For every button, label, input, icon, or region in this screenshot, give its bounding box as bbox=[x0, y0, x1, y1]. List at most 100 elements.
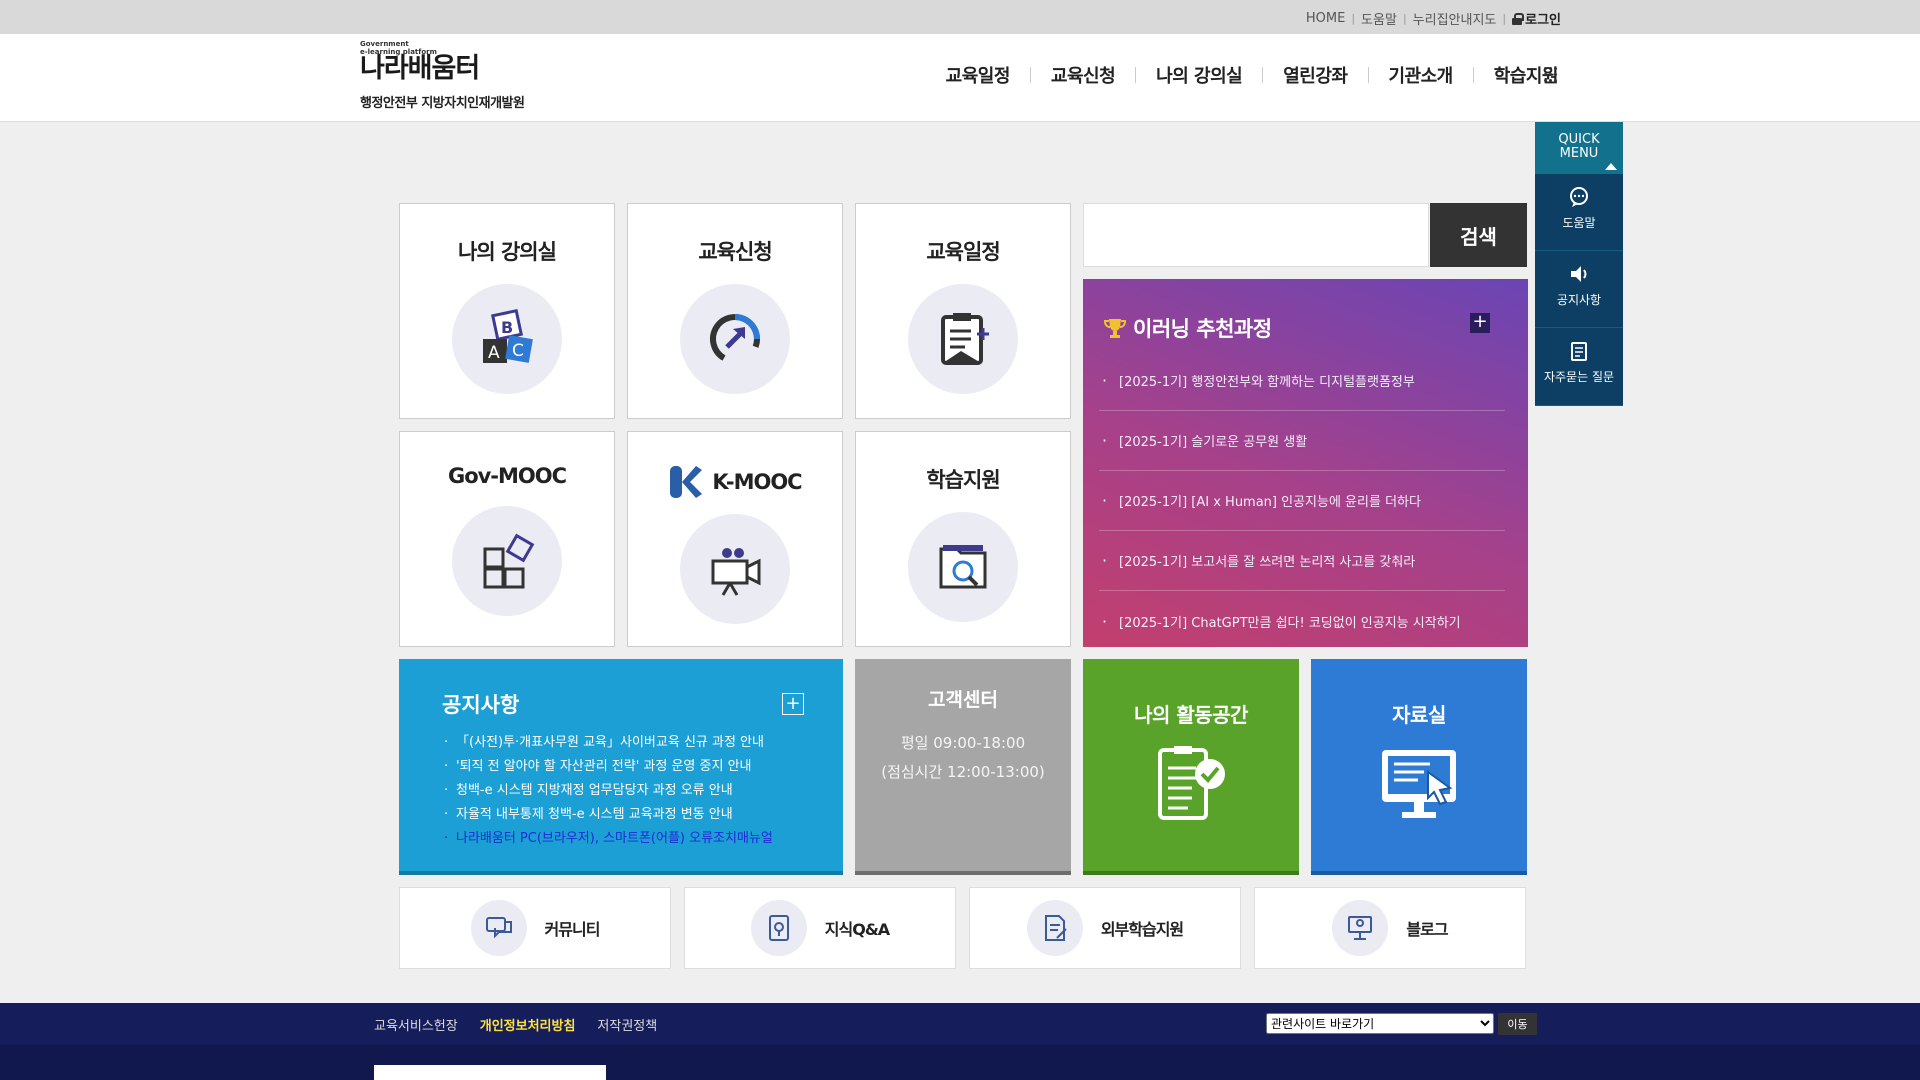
notice-more-button[interactable]: + bbox=[782, 693, 804, 715]
customer-center-panel: 고객센터 평일 09:00-18:00 (점심시간 12:00-13:00) bbox=[855, 659, 1071, 875]
qa-document-icon bbox=[750, 900, 807, 956]
header: Government e-learning platform 나라배움터 행정안… bbox=[0, 34, 1920, 122]
folder-search-icon bbox=[908, 512, 1018, 622]
trophy-icon bbox=[1103, 319, 1127, 338]
quick-faq[interactable]: 자주묻는 질문 bbox=[1535, 328, 1623, 406]
external-learning-label: 외부학습지원 bbox=[1100, 920, 1184, 939]
nav-schedule[interactable]: 교육일정 bbox=[946, 62, 1011, 88]
nav-my-class[interactable]: 나의 강의실 bbox=[1156, 62, 1243, 88]
quick-menu-header[interactable]: QUICK MENU bbox=[1535, 122, 1623, 174]
quick-help-label: 도움말 bbox=[1562, 216, 1596, 230]
nav-about[interactable]: 기관소개 bbox=[1389, 62, 1454, 88]
video-camera-icon bbox=[680, 514, 790, 624]
list-item[interactable]: [2025-1기] 슬기로운 공무원 생활 bbox=[1099, 411, 1505, 471]
footer-copyright-link[interactable]: 저작권정책 bbox=[597, 1015, 657, 1034]
tile-my-class-title: 나의 강의실 bbox=[458, 240, 557, 264]
abc-blocks-icon: B A C bbox=[452, 284, 562, 394]
notice-title: 공지사항 bbox=[442, 693, 520, 717]
list-item[interactable]: [2025-1기] 보고서를 잘 쓰려면 논리적 사고를 갖춰라 bbox=[1099, 531, 1505, 591]
quick-menu-title-2: MENU bbox=[1559, 146, 1599, 161]
help-link[interactable]: 도움말 bbox=[1361, 9, 1397, 28]
quick-help[interactable]: 도움말 bbox=[1535, 174, 1623, 251]
quick-notice[interactable]: 공지사항 bbox=[1535, 251, 1623, 328]
main-navigation: 교육일정 교육신청 나의 강의실 열린강좌 기관소개 학습지원 bbox=[946, 62, 1559, 88]
presentation-icon bbox=[1332, 900, 1389, 956]
svg-text:A: A bbox=[488, 343, 500, 363]
list-item[interactable]: 자율적 내부통제 청백-e 시스템 교육과정 변동 안내 bbox=[442, 803, 802, 827]
community-tile[interactable]: 커뮤니티 bbox=[399, 887, 671, 969]
logo-brand: 나라배움터 bbox=[360, 53, 480, 84]
footer-logo bbox=[374, 1065, 606, 1080]
shapes-icon bbox=[452, 506, 562, 616]
nav-open-lecture[interactable]: 열린강좌 bbox=[1283, 62, 1348, 88]
site-logo[interactable]: Government e-learning platform 나라배움터 행정안… bbox=[360, 40, 560, 116]
k-mooc-logo-icon bbox=[670, 466, 703, 498]
blog-tile[interactable]: 블로그 bbox=[1254, 887, 1526, 969]
sitemap-link[interactable]: 누리집안내지도 bbox=[1413, 9, 1497, 28]
footer-bar: 교육서비스헌장 개인정보처리방침 저작권정책 관련사이트 바로가기 이동 bbox=[0, 1003, 1920, 1045]
elearning-title: 이러닝 추천과정 bbox=[1133, 317, 1272, 341]
customer-center-lunch: (점심시간 12:00-13:00) bbox=[881, 763, 1045, 781]
all-menu-icon[interactable] bbox=[1544, 67, 1560, 83]
list-item[interactable]: 청백-e 시스템 지방재정 업무담당자 과정 오류 안내 bbox=[442, 779, 802, 803]
search-input[interactable] bbox=[1083, 203, 1429, 267]
list-item[interactable]: 나라배움터 PC(브라우저), 스마트폰(어플) 오류조치매뉴얼 bbox=[442, 827, 802, 851]
tile-apply-title: 교육신청 bbox=[698, 240, 772, 264]
lock-icon bbox=[1512, 12, 1525, 25]
tile-apply[interactable]: 교육신청 bbox=[627, 203, 843, 419]
speaker-icon bbox=[1571, 266, 1587, 282]
quick-menu: QUICK MENU 도움말 공지사항 자주묻는 질문 bbox=[1535, 122, 1623, 406]
tile-schedule[interactable]: 교육일정 bbox=[855, 203, 1071, 419]
svg-text:C: C bbox=[512, 341, 524, 361]
tile-support[interactable]: 학습지원 bbox=[855, 431, 1071, 647]
checklist-icon bbox=[1146, 744, 1236, 824]
list-item[interactable]: '퇴직 전 알아야 할 자산관리 전략' 과정 운영 중지 안내 bbox=[442, 755, 802, 779]
footer-service-charter-link[interactable]: 교육서비스헌장 bbox=[374, 1015, 458, 1034]
login-label: 로그인 bbox=[1525, 13, 1561, 28]
blog-label: 블로그 bbox=[1406, 920, 1448, 939]
note-icon bbox=[1571, 342, 1587, 361]
chat-bubbles-icon bbox=[470, 900, 527, 956]
tile-my-class[interactable]: 나의 강의실 B A C bbox=[399, 203, 615, 419]
customer-center-hours: 평일 09:00-18:00 bbox=[900, 734, 1026, 752]
community-label: 커뮤니티 bbox=[544, 920, 601, 939]
elearning-more-button[interactable]: + bbox=[1470, 313, 1490, 333]
tile-k-mooc[interactable]: K-MOOC bbox=[627, 431, 843, 647]
elearning-recommend-panel: 이러닝 추천과정 + [2025-1기] 행정안전부와 함께하는 디지털플랫폼정… bbox=[1083, 279, 1528, 647]
go-button[interactable]: 이동 bbox=[1498, 1013, 1537, 1035]
footer-links: 교육서비스헌장 개인정보처리방침 저작권정책 bbox=[374, 1015, 657, 1034]
related-sites-select[interactable]: 관련사이트 바로가기 bbox=[1266, 1013, 1494, 1034]
chat-icon bbox=[1570, 187, 1588, 207]
customer-center-title: 고객센터 bbox=[928, 689, 998, 711]
tile-k-mooc-title: K-MOOC bbox=[712, 470, 802, 494]
document-pen-icon bbox=[1026, 900, 1083, 956]
progress-arrow-icon bbox=[680, 284, 790, 394]
tile-schedule-title: 교육일정 bbox=[926, 240, 1000, 264]
list-item[interactable]: 「(사전)투·개표사무원 교육」사이버교육 신규 과정 안내 bbox=[442, 731, 802, 755]
tile-gov-mooc[interactable]: Gov-MOOC bbox=[399, 431, 615, 647]
knowledge-qa-tile[interactable]: 지식Q&A bbox=[684, 887, 956, 969]
data-room-tile[interactable]: 자료실 bbox=[1311, 659, 1527, 875]
search-button[interactable]: 검색 bbox=[1430, 203, 1527, 267]
my-activity-tile[interactable]: 나의 활동공간 bbox=[1083, 659, 1299, 875]
tile-gov-mooc-title: Gov-MOOC bbox=[447, 464, 567, 488]
logo-tagline-1: Government bbox=[360, 40, 409, 48]
list-item[interactable]: [2025-1기] ChatGPT만큼 쉽다! 코딩없이 인공지능 시작하기 bbox=[1099, 591, 1505, 651]
login-link[interactable]: 로그인 bbox=[1512, 9, 1561, 28]
top-utility-bar: HOME | 도움말 | 누리집안내지도 | 로그인 bbox=[0, 0, 1920, 34]
nav-apply[interactable]: 교육신청 bbox=[1051, 62, 1116, 88]
elearning-list: [2025-1기] 행정안전부와 함께하는 디지털플랫폼정부 [2025-1기]… bbox=[1099, 351, 1505, 651]
logo-org: 행정안전부 지방자치인재개발원 bbox=[360, 96, 525, 111]
my-activity-title: 나의 활동공간 bbox=[1134, 703, 1248, 727]
footer-privacy-link[interactable]: 개인정보처리방침 bbox=[480, 1015, 576, 1034]
list-item[interactable]: [2025-1기] 행정안전부와 함께하는 디지털플랫폼정부 bbox=[1099, 351, 1505, 411]
home-link[interactable]: HOME bbox=[1306, 11, 1345, 26]
clipboard-icon bbox=[908, 284, 1018, 394]
notice-panel: 공지사항 + 「(사전)투·개표사무원 교육」사이버교육 신규 과정 안내 '퇴… bbox=[399, 659, 843, 875]
external-learning-tile[interactable]: 외부학습지원 bbox=[969, 887, 1241, 969]
quick-faq-label: 자주묻는 질문 bbox=[1543, 370, 1615, 384]
monitor-cursor-icon bbox=[1374, 744, 1464, 824]
svg-text:B: B bbox=[501, 318, 513, 337]
quick-notice-label: 공지사항 bbox=[1556, 293, 1602, 307]
list-item[interactable]: [2025-1기] [AI x Human] 인공지능에 윤리를 더하다 bbox=[1099, 471, 1505, 531]
